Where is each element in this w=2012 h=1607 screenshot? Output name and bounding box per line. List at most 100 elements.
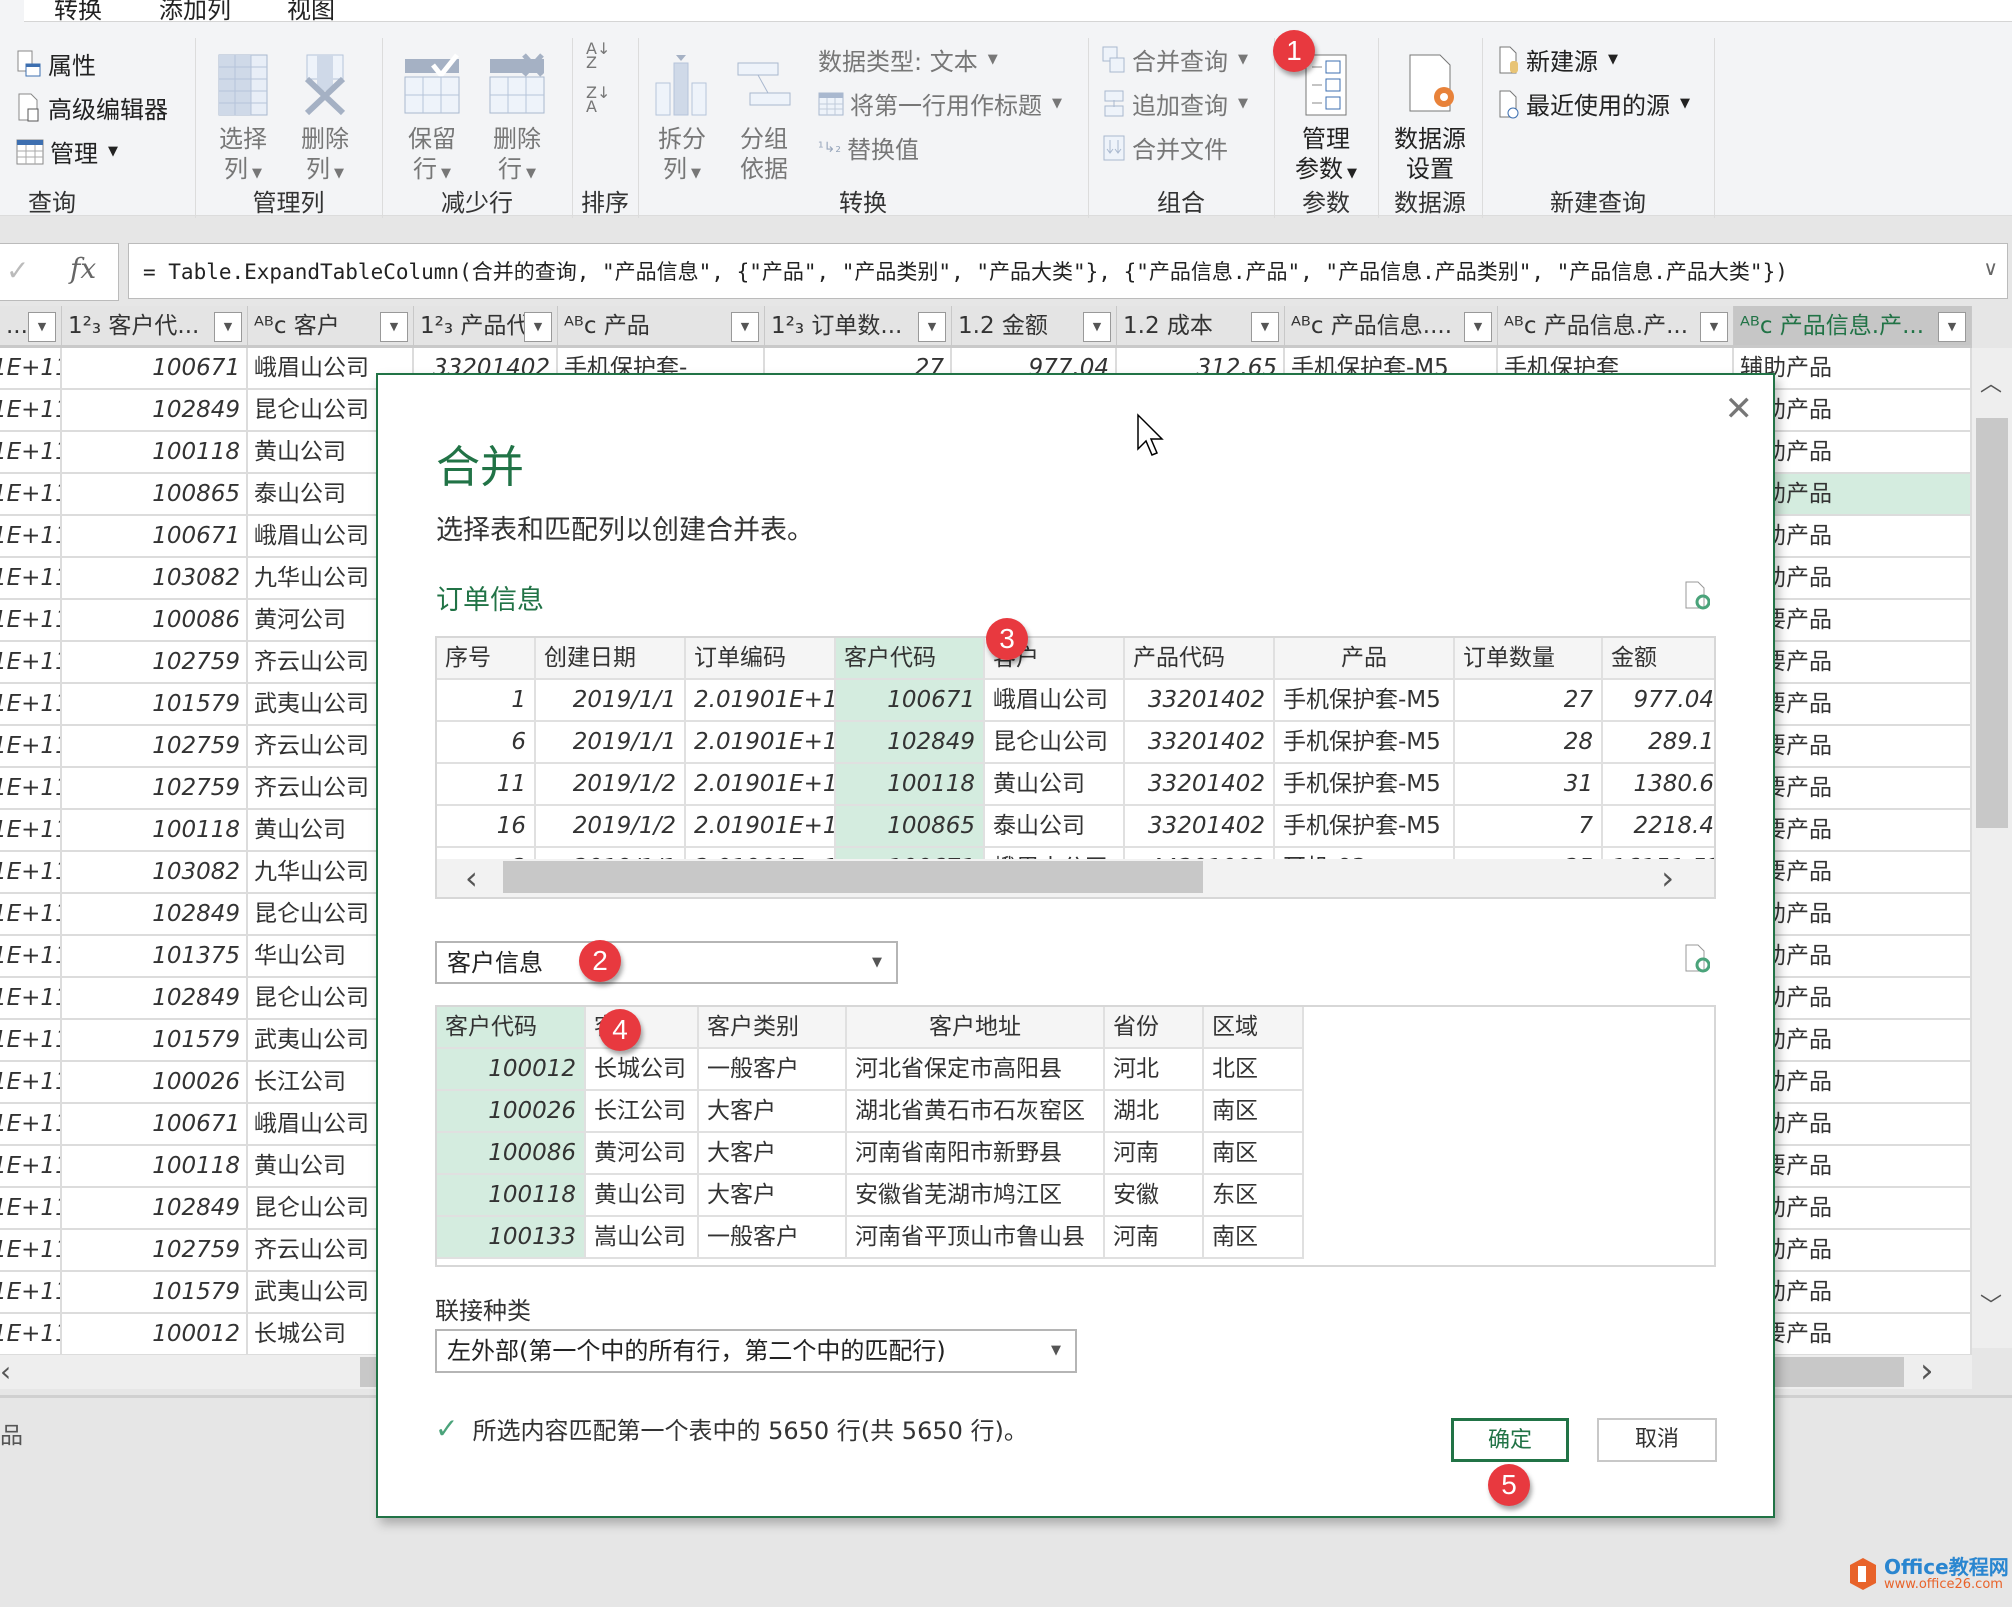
column-filter-dropdown-icon[interactable]: ▼ — [28, 312, 56, 342]
scroll-right-icon[interactable]: › — [1661, 859, 1674, 897]
column-header[interactable]: 1²₃ 产品代... ▼ — [414, 306, 558, 348]
column-filter-dropdown-icon[interactable]: ▼ — [1700, 312, 1728, 342]
remove-columns-button[interactable]: 删除 列 ▼ — [295, 53, 355, 189]
column-header[interactable]: ᴬᴮc 产品信息.产... ▼ — [1498, 306, 1734, 348]
column-filter-dropdown-icon[interactable]: ▼ — [731, 312, 759, 342]
cancel-button[interactable]: 取消 — [1597, 1418, 1717, 1462]
table-cell: 100086 — [62, 600, 248, 642]
fx-icon[interactable]: fx — [70, 252, 96, 285]
column-header[interactable]: ᴬᴮc 产品信息.... ▼ — [1285, 306, 1498, 348]
table-cell: 102849 — [62, 1188, 248, 1230]
preview-cell: 33201402 — [1125, 722, 1275, 764]
preview-cell: 289.1 — [1603, 722, 1714, 764]
manage-button[interactable]: 管理 ▼ — [16, 134, 118, 169]
refresh-preview-icon[interactable] — [1684, 580, 1710, 610]
column-header[interactable]: ᴬᴮc 产品信息.产... ▼ — [1734, 306, 1972, 348]
scroll-right-icon[interactable]: › — [1920, 1351, 1934, 1391]
combine-files-button[interactable]: 合并文件 — [1102, 130, 1228, 165]
watermark: Office教程网 www.office26.com — [1848, 1556, 2009, 1592]
preview-column-header[interactable]: 序号 — [437, 638, 536, 680]
preview-column-header[interactable]: 订单数量 — [1455, 638, 1603, 680]
manage-parameters-button[interactable]: 管理 参数 ▼ — [1286, 53, 1366, 189]
preview-column-header[interactable]: 产品 — [1275, 638, 1455, 680]
column-header[interactable]: 1.2 成本 ▼ — [1117, 306, 1285, 348]
ribbon-group-reduce-rows: 保留 行 ▼ 删除 行 ▼ 减少行 — [382, 38, 573, 218]
preview-column-header[interactable]: 创建日期 — [536, 638, 686, 680]
tab-transform[interactable]: 转换 — [54, 0, 102, 25]
vertical-scrollbar[interactable]: ︿ ﹀ — [1972, 348, 2012, 1348]
table-cell: 1E+11 — [0, 642, 62, 684]
split-column-button[interactable]: 拆分 列 ▼ — [652, 53, 712, 189]
chevron-down-icon: ▼ — [1052, 96, 1062, 111]
table-cell: 1E+11 — [0, 810, 62, 852]
preview-cell: 南区 — [1204, 1133, 1304, 1175]
scroll-left-icon[interactable]: ‹ — [0, 1355, 11, 1388]
column-filter-dropdown-icon[interactable]: ▼ — [918, 312, 946, 342]
preview-cell: 一般客户 — [699, 1049, 847, 1091]
tab-view[interactable]: 视图 — [287, 0, 335, 25]
column-header[interactable]: ... ▼ — [0, 306, 62, 348]
column-header[interactable]: 1.2 金额 ▼ — [952, 306, 1117, 348]
column-filter-dropdown-icon[interactable]: ▼ — [214, 312, 242, 342]
preview-cell: 2.01901E+11 — [686, 764, 836, 806]
advanced-editor-button[interactable]: 高级编辑器 — [16, 90, 168, 125]
close-icon[interactable]: ✕ — [1725, 389, 1754, 429]
sort-ascending-button[interactable]: A↓ Z — [586, 41, 610, 71]
group-by-button[interactable]: 分组 依据 — [734, 53, 794, 184]
preview-cell: 一般客户 — [699, 1217, 847, 1259]
second-table-select[interactable]: 客户信息 ▼ — [435, 941, 898, 984]
preview-cell: 手机保护套-M5 — [1275, 722, 1455, 764]
confirm-check-icon[interactable]: ✓ — [6, 254, 29, 287]
data-source-settings-button[interactable]: 数据源 设置 — [1388, 53, 1472, 184]
preview-column-header[interactable]: 区域 — [1204, 1007, 1304, 1049]
preview-column-header[interactable]: 客户代码 — [836, 638, 985, 680]
vertical-scroll-thumb[interactable] — [1976, 418, 2008, 828]
use-first-row-as-headers-button[interactable]: 将第一行用作标题 ▼ — [818, 86, 1062, 121]
merge-queries-button[interactable]: 合并查询 ▼ — [1102, 42, 1248, 77]
expand-formula-chevron-icon[interactable]: ∨ — [1983, 256, 1998, 280]
column-header[interactable]: 1²₃ 订单数... ▼ — [765, 306, 952, 348]
new-source-button[interactable]: 新建源 ▼ — [1498, 42, 1618, 77]
append-queries-button[interactable]: 追加查询 ▼ — [1102, 86, 1248, 121]
column-filter-dropdown-icon[interactable]: ▼ — [380, 312, 408, 342]
preview-column-header[interactable]: 客户类别 — [699, 1007, 847, 1049]
column-filter-dropdown-icon[interactable]: ▼ — [1083, 312, 1111, 342]
column-filter-dropdown-icon[interactable]: ▼ — [1938, 312, 1966, 342]
keep-rows-label-2: 行 — [413, 155, 437, 183]
preview-column-header[interactable]: 订单编码 — [686, 638, 836, 680]
preview-column-header[interactable]: 客户地址 — [847, 1007, 1105, 1049]
choose-columns-button[interactable]: 选择 列 ▼ — [213, 53, 273, 189]
replace-values-button[interactable]: ¹↳₂ 替换值 — [818, 130, 919, 165]
scroll-up-icon[interactable]: ︿ — [1980, 366, 2002, 398]
remove-columns-icon — [304, 54, 346, 116]
remove-rows-button[interactable]: 删除 行 ▼ — [487, 53, 547, 189]
properties-button[interactable]: 属性 — [16, 46, 96, 81]
column-filter-dropdown-icon[interactable]: ▼ — [1464, 312, 1492, 342]
join-kind-select[interactable]: 左外部(第一个中的所有行，第二个中的匹配行) ▼ — [435, 1329, 1077, 1373]
column-header[interactable]: ᴬᴮc 客户 ▼ — [248, 306, 414, 348]
ok-button[interactable]: 确定 — [1451, 1418, 1569, 1462]
column-filter-dropdown-icon[interactable]: ▼ — [524, 312, 552, 342]
preview-cell: 河南省南阳市新野县 — [847, 1133, 1105, 1175]
preview-scroll-thumb[interactable] — [503, 861, 1203, 893]
data-type-dropdown[interactable]: 数据类型: 文本 ▼ — [818, 42, 998, 77]
column-header[interactable]: 1²₃ 客户代... ▼ — [62, 306, 248, 348]
column-filter-dropdown-icon[interactable]: ▼ — [1251, 312, 1279, 342]
preview-horizontal-scrollbar[interactable]: ‹ › — [437, 859, 1714, 897]
scroll-down-icon[interactable]: ﹀ — [1980, 1288, 2002, 1320]
scroll-left-icon[interactable]: ‹ — [465, 859, 478, 897]
preview-column-header[interactable]: 产品代码 — [1125, 638, 1275, 680]
preview-column-header[interactable]: 客户代码 — [437, 1007, 586, 1049]
refresh-preview-icon[interactable] — [1684, 943, 1710, 973]
sort-descending-button[interactable]: Z↓ A — [586, 85, 610, 115]
formula-input[interactable]: = Table.ExpandTableColumn(合并的查询, "产品信息",… — [128, 243, 2008, 299]
column-header[interactable]: ᴬᴮc 产品 ▼ — [558, 306, 765, 348]
table-cell: 102849 — [62, 978, 248, 1020]
preview-column-header[interactable]: 省份 — [1105, 1007, 1204, 1049]
keep-rows-button[interactable]: 保留 行 ▼ — [402, 53, 462, 189]
table-cell: 1E+11 — [0, 936, 62, 978]
recent-sources-button[interactable]: 最近使用的源 ▼ — [1498, 86, 1690, 121]
ribbon-group-transform: 拆分 列 ▼ 分组 依据 数据类型: 文本 ▼ 将第一行用作标题 ▼ ¹↳₂ 替换值 … — [638, 38, 1089, 218]
tab-add-column[interactable]: 添加列 — [159, 0, 231, 25]
preview-column-header[interactable]: 金额 — [1603, 638, 1714, 680]
